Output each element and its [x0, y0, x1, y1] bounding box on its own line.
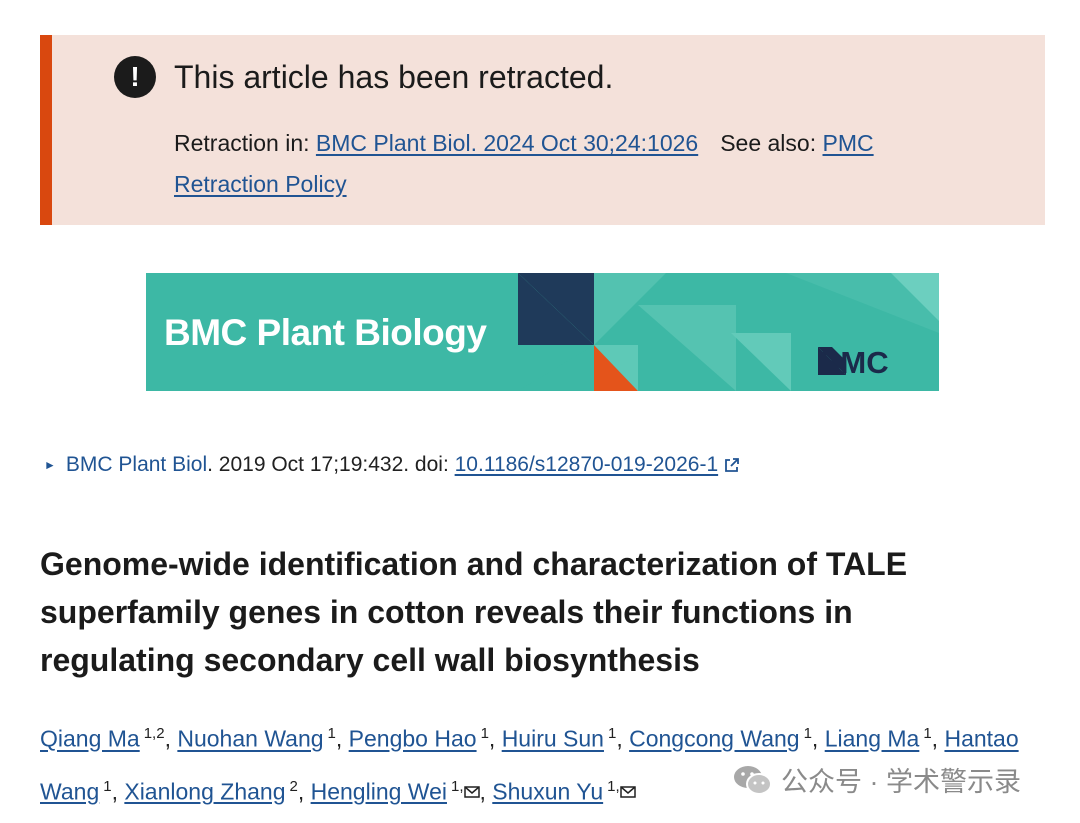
author-separator: ,	[335, 725, 349, 752]
author-link[interactable]: Pengbo Hao	[349, 726, 477, 752]
bmc-logo-icon	[818, 347, 846, 375]
author-affiliation: 1	[803, 725, 812, 742]
author-link[interactable]: Liang Ma	[825, 726, 920, 752]
expand-triangle-icon[interactable]: ►	[44, 458, 56, 472]
doi-link[interactable]: 10.1186/s12870-019-2026-1	[455, 453, 719, 476]
author-separator: ,	[297, 778, 311, 805]
author-separator: ,	[479, 778, 493, 805]
retraction-in-label: Retraction in:	[174, 130, 316, 156]
see-also-label: See also:	[720, 130, 823, 156]
author-separator: ,	[616, 725, 630, 752]
citation-line: ► BMC Plant Biol. 2019 Oct 17;19:432. doi…	[44, 450, 740, 480]
author-link[interactable]: Nuohan Wang	[177, 726, 323, 752]
retraction-link[interactable]: BMC Plant Biol. 2024 Oct 30;24:1026	[316, 130, 698, 156]
author-affiliation: 1,	[607, 777, 620, 795]
article-title: Genome-wide identification and character…	[40, 546, 908, 678]
external-link-icon[interactable]	[724, 457, 740, 473]
author-separator: ,	[488, 725, 502, 752]
retraction-title: This article has been retracted.	[174, 59, 614, 95]
author-link[interactable]: Huiru Sun	[502, 726, 604, 752]
author-link[interactable]: Qiang Ma	[40, 726, 140, 752]
watermark-text: 公众号 · 学术警示录	[781, 767, 1021, 797]
exclamation-circle-icon: !	[114, 56, 156, 98]
author-separator: ,	[811, 725, 825, 752]
author-separator: ,	[111, 778, 125, 805]
author-affiliation: 1	[480, 725, 489, 742]
author-affiliation: 1	[103, 777, 112, 795]
author-link[interactable]: Xianlong Zhang	[124, 778, 285, 804]
citation-details: . 2019 Oct 17;19:432. doi:	[207, 453, 455, 476]
watermark: 公众号 · 学术警示录	[733, 760, 1021, 799]
author-affiliation: 1	[923, 725, 932, 742]
author-affiliation: 1,2	[143, 725, 165, 742]
author-link[interactable]: Congcong Wang	[629, 726, 799, 752]
author-link[interactable]: Shuxun Yu	[492, 778, 603, 804]
author-link[interactable]: Hengling Wei	[311, 778, 447, 804]
journal-banner[interactable]: BMC Plant Biology BMC	[146, 273, 939, 391]
author-separator: ,	[931, 725, 945, 752]
envelope-icon[interactable]	[619, 786, 636, 799]
wechat-icon	[734, 765, 772, 795]
retraction-details: Retraction in: BMC Plant Biol. 2024 Oct …	[174, 123, 934, 205]
journal-link[interactable]: BMC Plant Biol	[66, 453, 207, 476]
retraction-notice: ! This article has been retracted. Retra…	[40, 35, 1045, 225]
author-separator: ,	[164, 725, 178, 752]
envelope-icon[interactable]	[463, 786, 480, 799]
author-affiliation: 2	[289, 777, 298, 795]
bmc-logo: BMC	[818, 347, 889, 379]
author-affiliation: 1	[327, 725, 336, 742]
author-affiliation: 1,	[450, 777, 464, 795]
journal-name: BMC Plant Biology	[164, 312, 487, 353]
retraction-accent-bar	[40, 35, 52, 225]
